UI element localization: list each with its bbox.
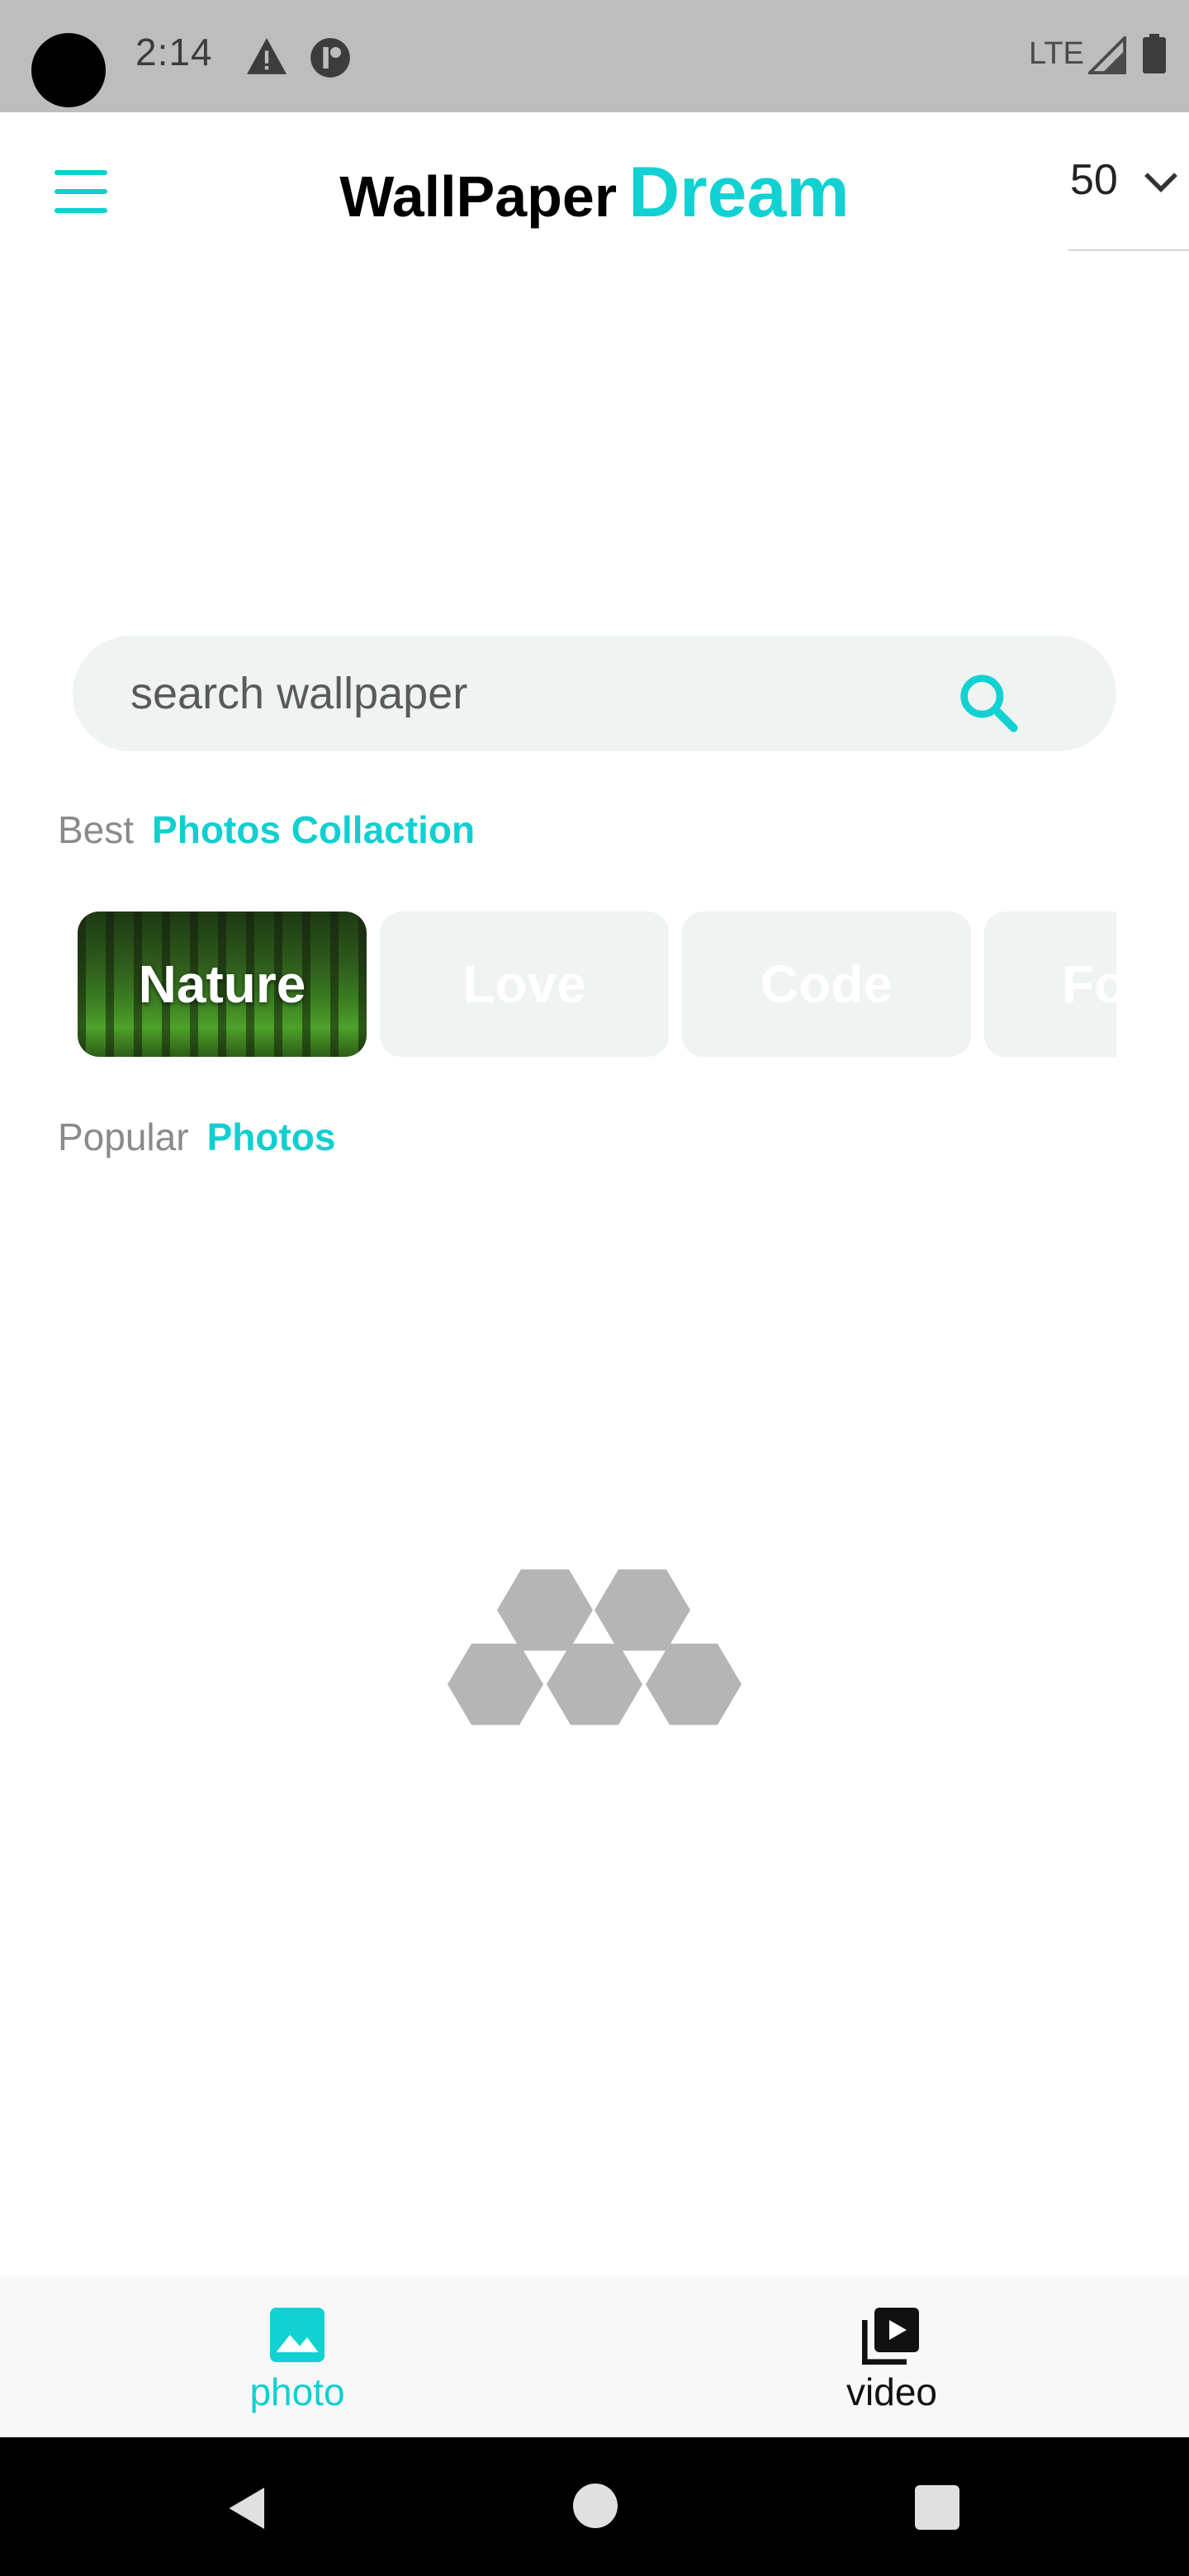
home-icon[interactable]: [573, 2484, 618, 2528]
status-time: 2:14: [135, 31, 213, 73]
warning-icon: [247, 38, 287, 74]
nav-video-label: video: [846, 2370, 937, 2413]
app-title: WallPaper Dream: [0, 152, 1189, 234]
category-chip-code[interactable]: Code: [682, 912, 971, 1057]
best-section-muted: Best: [58, 808, 135, 851]
category-chip-love[interactable]: Love: [380, 912, 669, 1057]
search-icon[interactable]: [955, 669, 1021, 735]
best-section-title: Best Photos Collaction: [58, 807, 475, 852]
chevron-down-icon: [1144, 173, 1177, 193]
recents-icon[interactable]: [915, 2485, 959, 2530]
count-dropdown[interactable]: 50: [1068, 149, 1189, 251]
popular-section-accent: Photos: [206, 1115, 336, 1158]
nav-photo-label: photo: [249, 2370, 345, 2413]
category-list: Nature Love Code Fo: [78, 912, 1116, 1057]
popular-section-muted: Popular: [58, 1115, 189, 1158]
search-input[interactable]: [130, 661, 874, 727]
nav-photo-tab[interactable]: photo: [0, 2275, 594, 2437]
network-type: LTE: [1029, 36, 1084, 71]
loading-spinner-icon: [448, 1569, 741, 1726]
category-chip-nature[interactable]: Nature: [78, 912, 367, 1057]
image-icon: [270, 2308, 324, 2362]
app-screen: 2:14 LTE WallPaper Dream 50 search wallp…: [0, 0, 1189, 2576]
category-chip-partial[interactable]: Fo: [984, 912, 1116, 1057]
bottom-navigation: photo video: [0, 2275, 1189, 2437]
loader-hexagon: [594, 1569, 690, 1651]
best-section-accent: Photos Collaction: [152, 808, 476, 851]
app-notification-icon: [310, 38, 350, 78]
count-dropdown-value: 50: [1070, 156, 1118, 204]
camera-cutout: [31, 33, 106, 107]
popular-section-title: Popular Photos: [58, 1115, 335, 1159]
status-bar: 2:14 LTE: [0, 0, 1189, 112]
loader-hexagon: [646, 1643, 741, 1726]
signal-icon: [1088, 36, 1126, 74]
back-icon[interactable]: [223, 2484, 272, 2533]
nav-video-tab[interactable]: video: [594, 2275, 1189, 2437]
app-title-accent: Dream: [628, 153, 850, 232]
loader-hexagon: [448, 1643, 543, 1726]
app-title-main: WallPaper: [339, 164, 618, 229]
video-library-icon: [862, 2308, 919, 2365]
search-box: [73, 636, 1116, 751]
loader-hexagon: [547, 1643, 642, 1726]
loader-hexagon: [497, 1569, 593, 1651]
battery-icon: [1143, 34, 1166, 73]
system-navigation-bar: [0, 2437, 1189, 2576]
